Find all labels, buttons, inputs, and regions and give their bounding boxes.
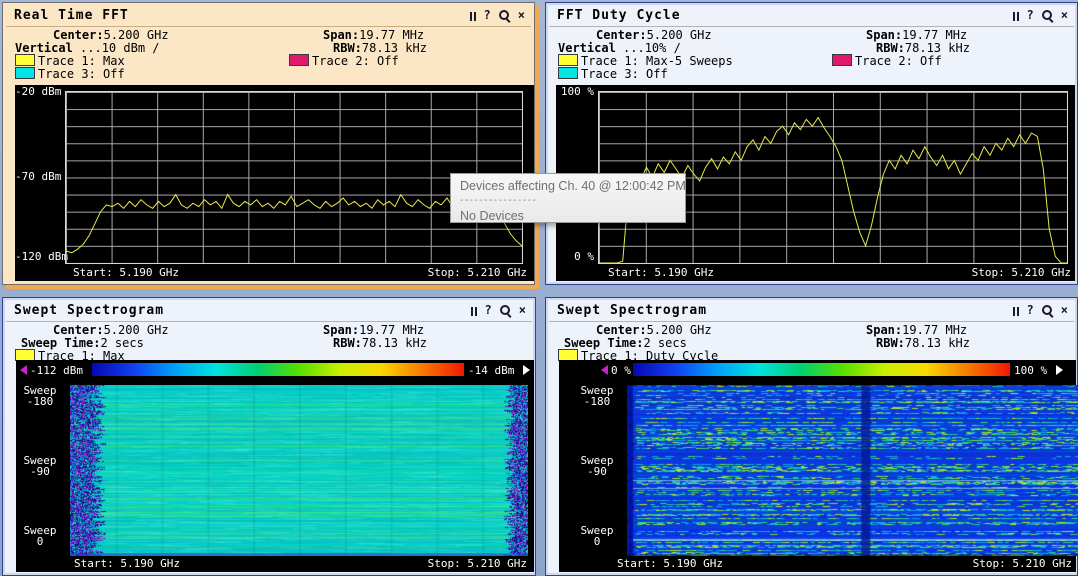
trace2-legend[interactable]: Trace 2: Off (289, 54, 399, 68)
panel-title: Real Time FFT (14, 8, 129, 23)
sweep-axis-top: Sweep-180 (18, 385, 62, 407)
vertical-scale: Vertical ...10 dBm / (15, 41, 160, 55)
sweep-time: Sweep Time:2 secs (21, 336, 144, 350)
trace3-swatch (15, 67, 35, 79)
trace2-swatch (289, 54, 309, 66)
scale-min-handle-icon[interactable] (601, 365, 608, 375)
titlebar-real-time-fft[interactable]: Real Time FFT ? × (6, 5, 531, 27)
trace2-legend[interactable]: Trace 2: Off (832, 54, 942, 68)
help-icon[interactable]: ? (1027, 10, 1034, 21)
scale-max-label: -14 dBm (468, 365, 514, 376)
panel-fft-duty-cycle: FFT Duty Cycle ? × Center:5.200 GHz Span… (545, 2, 1078, 285)
x-axis-start-label: Start: 5.190 GHz (74, 558, 180, 569)
rbw-value: RBW:78.13 kHz (876, 41, 970, 55)
close-icon[interactable]: × (1061, 305, 1068, 316)
scale-max-handle-icon[interactable] (523, 365, 530, 375)
zoom-icon[interactable] (499, 10, 510, 21)
rbw-value: RBW:78.13 kHz (333, 336, 427, 350)
devices-tooltip: Devices affecting Ch. 40 @ 12:00:42 PM -… (450, 173, 686, 223)
center-frequency: Center:5.200 GHz (53, 28, 169, 42)
trace3-legend[interactable]: Trace 3: Off (558, 67, 668, 81)
panel-controls: ? × (1013, 10, 1068, 21)
spectrogram-display[interactable] (627, 385, 1078, 556)
span-value: Span:19.77 MHz (866, 28, 967, 42)
sweep-time: Sweep Time:2 secs (564, 336, 687, 350)
span-value: Span:19.77 MHz (323, 28, 424, 42)
vertical-scale: Vertical ...10% / (558, 41, 681, 55)
panel-title: Swept Spectrogram (14, 303, 164, 318)
scale-min-label: 0 % (611, 365, 631, 376)
panel-controls: ? × (470, 10, 525, 21)
pause-icon[interactable] (1013, 306, 1019, 316)
tooltip-separator: ---------------- (460, 195, 676, 206)
sweep-axis-bottom: Sweep0 (18, 525, 62, 547)
y-axis-bottom-label: -120 dBm (15, 251, 61, 262)
tooltip-title: Devices affecting Ch. 40 @ 12:00:42 PM (460, 179, 676, 193)
close-icon[interactable]: × (519, 305, 526, 316)
scale-max-handle-icon[interactable] (1056, 365, 1063, 375)
titlebar-swept-spectrogram[interactable]: Swept Spectrogram ? × (6, 300, 532, 322)
help-icon[interactable]: ? (1027, 305, 1034, 316)
color-scale: 0 % 100 % (559, 363, 1076, 378)
y-axis-mid-label: -70 dBm (15, 171, 61, 182)
tooltip-body: No Devices (460, 209, 676, 223)
y-axis-top-label: -20 dBm (15, 86, 61, 97)
pause-icon[interactable] (471, 306, 477, 316)
panel-controls: ? × (471, 305, 526, 316)
trace3-swatch (558, 67, 578, 79)
titlebar-swept-spectrogram[interactable]: Swept Spectrogram ? × (549, 300, 1074, 322)
x-axis-stop-label: Stop: 5.210 GHz (428, 267, 527, 278)
sweep-axis-bottom: Sweep0 (575, 525, 619, 547)
x-axis-stop-label: Stop: 5.210 GHz (428, 558, 527, 569)
scale-min-handle-icon[interactable] (20, 365, 27, 375)
trace1-swatch (558, 54, 578, 66)
close-icon[interactable]: × (518, 10, 525, 21)
center-frequency: Center:5.200 GHz (596, 28, 712, 42)
spectrogram-chart-area[interactable]: -112 dBm -14 dBm Sweep-180 Sweep-90 Swee… (16, 360, 534, 572)
span-value: Span:19.77 MHz (866, 323, 967, 337)
titlebar-fft-duty-cycle[interactable]: FFT Duty Cycle ? × (549, 5, 1074, 27)
sweep-axis-mid: Sweep-90 (18, 455, 62, 477)
scale-min-label: -112 dBm (30, 365, 83, 376)
color-gradient-bar (92, 363, 464, 376)
close-icon[interactable]: × (1061, 10, 1068, 21)
color-gradient-bar (633, 363, 1010, 376)
trace2-swatch (832, 54, 852, 66)
center-frequency: Center:5.200 GHz (596, 323, 712, 337)
scale-max-label: 100 % (1014, 365, 1047, 376)
y-axis-bottom-label: 0 % (556, 251, 594, 262)
trace3-legend[interactable]: Trace 3: Off (15, 67, 125, 81)
span-value: Span:19.77 MHz (323, 323, 424, 337)
panel-controls: ? × (1013, 305, 1068, 316)
panel-real-time-fft: Real Time FFT ? × Center:5.200 GHz Span:… (2, 2, 535, 285)
pause-icon[interactable] (470, 11, 476, 21)
color-scale: -112 dBm -14 dBm (16, 363, 534, 378)
spectrogram-display[interactable] (70, 385, 528, 556)
help-icon[interactable]: ? (484, 10, 491, 21)
y-axis-top-label: 100 % (556, 86, 594, 97)
trace1-legend[interactable]: Trace 1: Max (15, 54, 125, 68)
panel-swept-spectrogram-power: Swept Spectrogram ? × Center:5.200 GHz S… (2, 297, 536, 576)
panel-title: Swept Spectrogram (557, 303, 707, 318)
center-frequency: Center:5.200 GHz (53, 323, 169, 337)
panel-swept-spectrogram-duty: Swept Spectrogram ? × Center:5.200 GHz S… (545, 297, 1078, 576)
zoom-icon[interactable] (1042, 305, 1053, 316)
x-axis-start-label: Start: 5.190 GHz (617, 558, 723, 569)
spectrogram-chart-area[interactable]: 0 % 100 % Sweep-180 Sweep-90 Sweep0 Star… (559, 360, 1076, 572)
zoom-icon[interactable] (1042, 10, 1053, 21)
x-axis-stop-label: Stop: 5.210 GHz (972, 267, 1071, 278)
pause-icon[interactable] (1013, 11, 1019, 21)
x-axis-start-label: Start: 5.190 GHz (608, 267, 714, 278)
rbw-value: RBW:78.13 kHz (876, 336, 970, 350)
help-icon[interactable]: ? (485, 305, 492, 316)
panel-title: FFT Duty Cycle (557, 8, 681, 23)
x-axis-start-label: Start: 5.190 GHz (73, 267, 179, 278)
zoom-icon[interactable] (500, 305, 511, 316)
sweep-axis-top: Sweep-180 (575, 385, 619, 407)
x-axis-stop-label: Stop: 5.210 GHz (973, 558, 1072, 569)
trace1-swatch (15, 54, 35, 66)
sweep-axis-mid: Sweep-90 (575, 455, 619, 477)
trace1-legend[interactable]: Trace 1: Max-5 Sweeps (558, 54, 733, 68)
rbw-value: RBW:78.13 kHz (333, 41, 427, 55)
